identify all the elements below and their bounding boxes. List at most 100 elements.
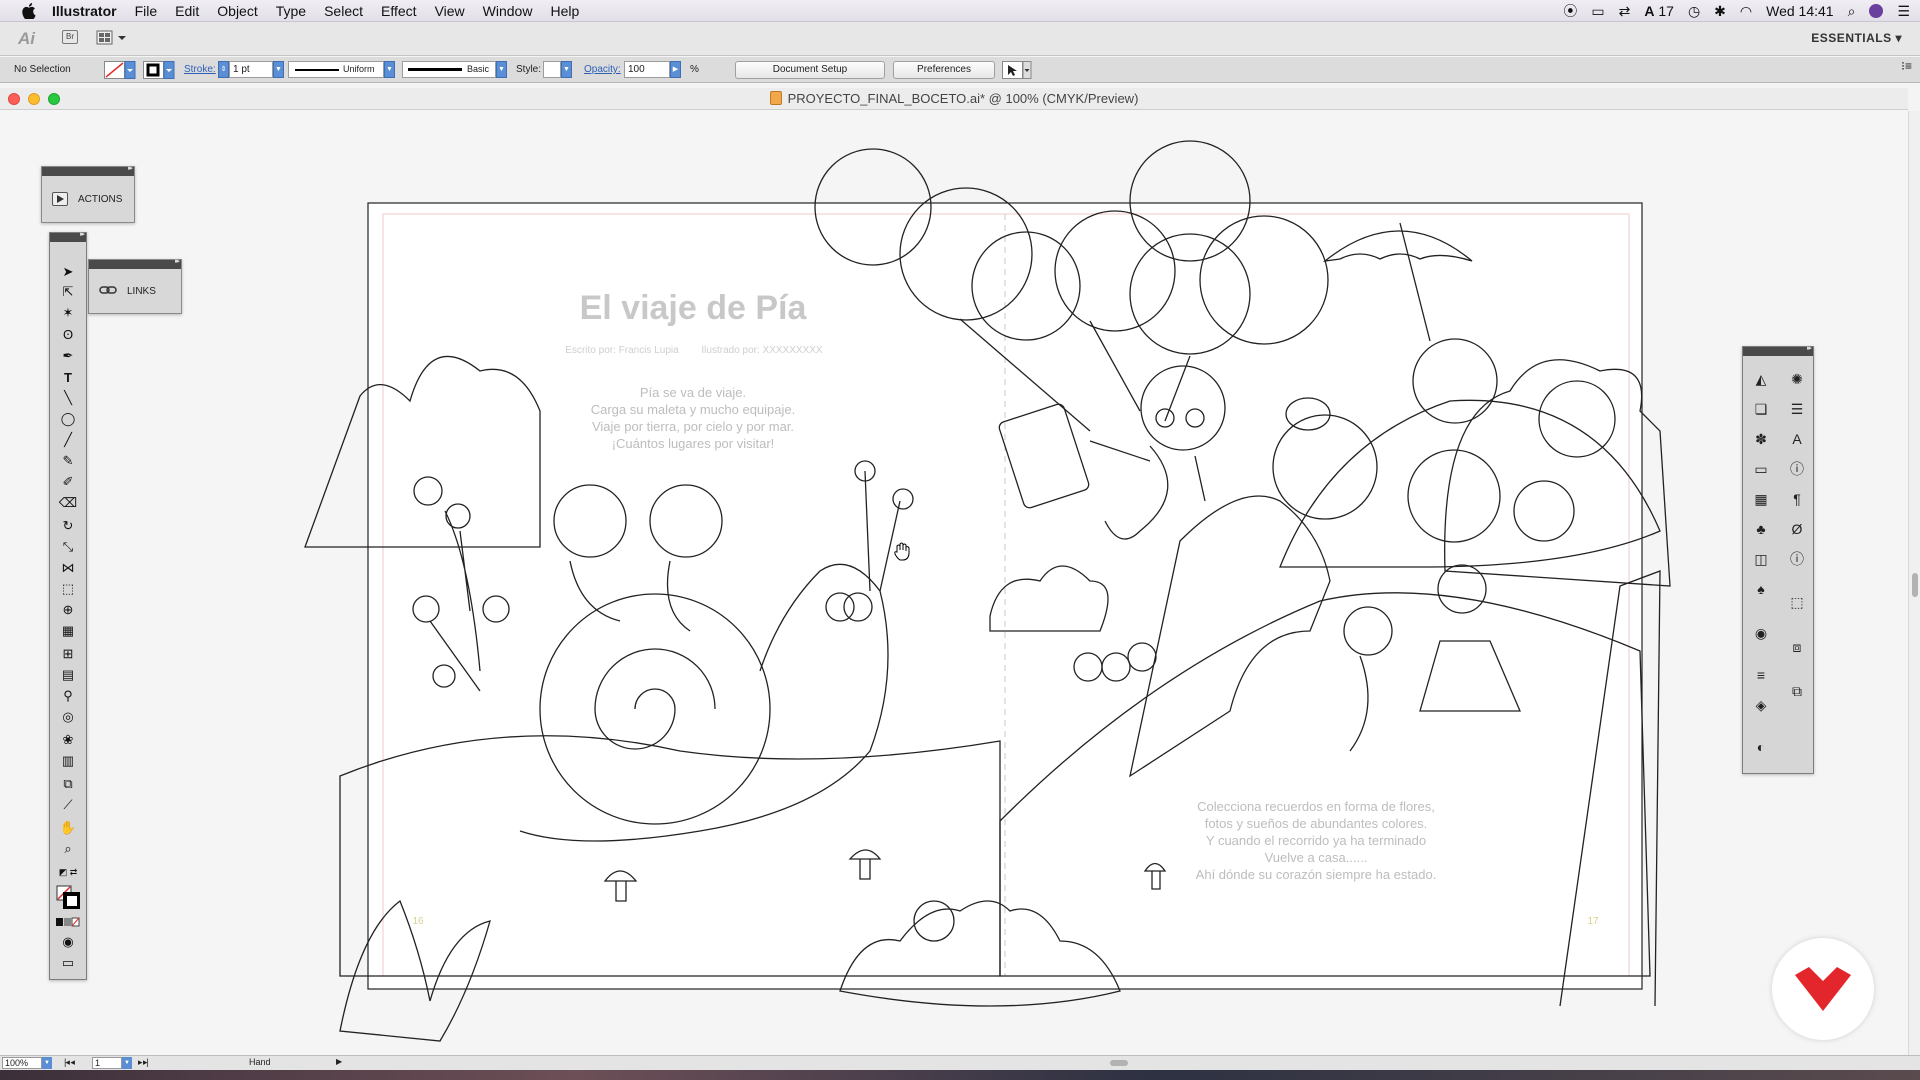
variable-width-profile[interactable]: Uniform ▼ bbox=[288, 61, 395, 78]
menu-select[interactable]: Select bbox=[315, 0, 372, 22]
symbol-sprayer-tool-icon[interactable]: ❀ bbox=[56, 731, 80, 749]
zoom-dropdown[interactable]: ▼ bbox=[42, 1057, 52, 1069]
transparency-panel-icon[interactable]: ▦ bbox=[1749, 489, 1773, 509]
links-panel-header[interactable] bbox=[89, 257, 181, 269]
color-mode-buttons[interactable] bbox=[56, 913, 80, 931]
notification-center-icon[interactable]: ☰ bbox=[1897, 3, 1910, 20]
stroke-weight-stepper[interactable]: ⇕ bbox=[218, 61, 229, 78]
paintbrush-tool-icon[interactable]: ╱ bbox=[56, 431, 80, 449]
record-icon[interactable]: ⦿ bbox=[1563, 1, 1577, 21]
opacity-field[interactable]: 100 ▶ bbox=[624, 61, 681, 78]
selection-tool-icon[interactable]: ➤ bbox=[56, 263, 80, 281]
horizontal-scroll-thumb[interactable] bbox=[1110, 1060, 1128, 1066]
apple-menu-icon[interactable] bbox=[20, 0, 38, 22]
brush-definition[interactable]: Basic ▼ bbox=[402, 61, 507, 78]
drawing-mode-icon[interactable]: ◉ bbox=[56, 933, 80, 951]
brush-dropdown[interactable]: ▼ bbox=[496, 61, 507, 78]
links-panel-label[interactable]: LINKS bbox=[127, 286, 156, 297]
menu-view[interactable]: View bbox=[426, 0, 474, 22]
menu-effect[interactable]: Effect bbox=[372, 0, 426, 22]
menu-type[interactable]: Type bbox=[267, 0, 315, 22]
blend-tool-icon[interactable]: ◎ bbox=[56, 708, 80, 726]
menu-edit[interactable]: Edit bbox=[166, 0, 208, 22]
first-prev-artboard-buttons[interactable]: |◂ ◂ bbox=[64, 1057, 75, 1068]
artboard-number-input[interactable]: 1 bbox=[92, 1057, 122, 1069]
paragraph-panel-icon[interactable]: ¶ bbox=[1785, 489, 1809, 509]
width-tool-icon[interactable]: ⋈ bbox=[56, 559, 80, 577]
libraries-panel-icon[interactable]: ◐ bbox=[1749, 737, 1773, 757]
fill-swatch[interactable] bbox=[104, 61, 136, 83]
menu-window[interactable]: Window bbox=[474, 0, 542, 22]
clock[interactable]: Wed 14:41 bbox=[1766, 3, 1833, 19]
stroke-weight-input[interactable]: 1 pt bbox=[229, 61, 273, 78]
color-guide-icon[interactable]: ✺ bbox=[1785, 369, 1809, 389]
fill-stroke-indicator[interactable] bbox=[56, 885, 80, 909]
stroke-weight-field[interactable]: ⇕ 1 pt ▼ bbox=[218, 61, 284, 78]
stroke-weight-dropdown[interactable]: ▼ bbox=[273, 61, 284, 78]
bridge-button[interactable]: Br bbox=[62, 30, 78, 44]
wifi-icon[interactable]: ◠ bbox=[1740, 3, 1752, 20]
layers-stack-icon[interactable]: ≡ bbox=[1749, 665, 1773, 685]
tools-panel-header[interactable] bbox=[50, 230, 86, 242]
hand-tool-icon[interactable]: ✋ bbox=[56, 819, 80, 837]
stroke-swatch[interactable] bbox=[143, 61, 175, 83]
gradient-tool-icon[interactable]: ▤ bbox=[56, 666, 80, 684]
appearance-panel-icon[interactable]: ♠ bbox=[1749, 579, 1773, 599]
type-tool-icon[interactable]: T bbox=[56, 368, 80, 386]
free-transform-tool-icon[interactable]: ⬚ bbox=[56, 580, 80, 598]
stroke-panel-icon[interactable]: ◉ bbox=[1749, 623, 1773, 643]
tools-panel[interactable]: ➤ ⇱ ✶ ʘ ✒ T ╲ ◯ ╱ ✎ ✐ ⌫ ↻ ⤡ ⋈ ⬚ ⊕ ▦ ⊞ ▤ … bbox=[49, 230, 87, 980]
ellipse-tool-icon[interactable]: ◯ bbox=[56, 410, 80, 428]
character-panel-icon[interactable]: A bbox=[1785, 429, 1809, 449]
menu-file[interactable]: File bbox=[126, 0, 167, 22]
bluetooth-icon[interactable]: ✱ bbox=[1714, 3, 1726, 20]
artboard-dropdown[interactable]: ▼ bbox=[122, 1057, 132, 1069]
direct-selection-tool-icon[interactable]: ⇱ bbox=[56, 283, 80, 301]
transform-panel-icon[interactable]: ⬚ bbox=[1785, 592, 1809, 612]
default-colors-icon[interactable]: ◩ ⇄ bbox=[56, 863, 80, 881]
app-menu[interactable]: Illustrator bbox=[38, 0, 126, 22]
preferences-button[interactable]: Preferences bbox=[893, 61, 995, 79]
pencil-tool-icon[interactable]: ✎ bbox=[56, 452, 80, 470]
eyedropper-tool-icon[interactable]: ⚲ bbox=[56, 687, 80, 705]
document-setup-button[interactable]: Document Setup bbox=[735, 61, 885, 79]
zoom-input[interactable]: 100% bbox=[2, 1057, 42, 1069]
slice-tool-icon[interactable]: ⟋ bbox=[56, 796, 80, 814]
next-last-artboard-buttons[interactable]: ▸ ▸| bbox=[138, 1057, 149, 1068]
graphic-style-dropdown[interactable]: ▼ bbox=[561, 61, 572, 78]
sync-icon[interactable]: ⇄ bbox=[1619, 3, 1631, 20]
adobe-notification[interactable]: A 17 bbox=[1644, 3, 1674, 19]
blob-brush-tool-icon[interactable]: ✐ bbox=[56, 473, 80, 491]
mesh-tool-icon[interactable]: ⊞ bbox=[56, 645, 80, 663]
graphic-styles-panel-icon[interactable]: ◫ bbox=[1749, 549, 1773, 569]
panel-menu-icon[interactable]: ⁝≡ bbox=[1901, 59, 1912, 73]
color-panel-icon[interactable]: ◭ bbox=[1749, 369, 1773, 389]
vertical-scroll-thumb[interactable] bbox=[1912, 573, 1918, 597]
screen-mode-icon[interactable]: ▭ bbox=[56, 954, 80, 972]
lasso-tool-icon[interactable]: ʘ bbox=[56, 325, 80, 343]
symbols-panel-icon[interactable]: ♣ bbox=[1749, 519, 1773, 539]
scale-tool-icon[interactable]: ⤡ bbox=[56, 538, 80, 556]
graphic-style-picker[interactable]: ▼ bbox=[543, 61, 572, 78]
opacity-input[interactable]: 100 bbox=[624, 61, 670, 78]
status-menu-arrow[interactable]: ▶ bbox=[336, 1057, 342, 1066]
pen-tool-icon[interactable]: ✒ bbox=[56, 347, 80, 365]
info-panel-icon[interactable]: ⓘ bbox=[1785, 459, 1809, 479]
gradient-panel-icon[interactable]: ▭ bbox=[1749, 459, 1773, 479]
layers-panel-icon[interactable]: ◈ bbox=[1749, 695, 1773, 715]
actions-panel-label[interactable]: ACTIONS bbox=[78, 194, 122, 205]
align-panel-icon[interactable]: ☰ bbox=[1785, 399, 1809, 419]
opacity-dropdown[interactable]: ▶ bbox=[670, 61, 681, 78]
panel-dock[interactable]: ◭ ✺ ❏ ☰ ✽ A ▭ ⓘ ▦ ¶ ♣ Ø ◫ ⓘ ♠ ⬚ ◉ ⧈ ≡ ⧉ … bbox=[1742, 344, 1814, 774]
actions-panel-header[interactable] bbox=[42, 164, 134, 176]
eraser-tool-icon[interactable]: ⌫ bbox=[56, 494, 80, 512]
current-tool-status[interactable]: Hand bbox=[249, 1057, 271, 1067]
links-panel[interactable]: LINKS bbox=[88, 257, 182, 314]
display-icon[interactable]: ▭ bbox=[1591, 3, 1604, 20]
workspace-switcher[interactable]: ESSENTIALS ▾ bbox=[1811, 31, 1902, 45]
line-tool-icon[interactable]: ╲ bbox=[56, 389, 80, 407]
artwork-illustration[interactable]: El viaje de Pía Escrito por: Francis Lup… bbox=[0, 111, 1908, 1055]
swatches-panel-icon[interactable]: ❏ bbox=[1749, 399, 1773, 419]
opentype-panel-icon[interactable]: Ø bbox=[1785, 519, 1809, 539]
time-machine-icon[interactable]: ◷ bbox=[1688, 3, 1700, 20]
